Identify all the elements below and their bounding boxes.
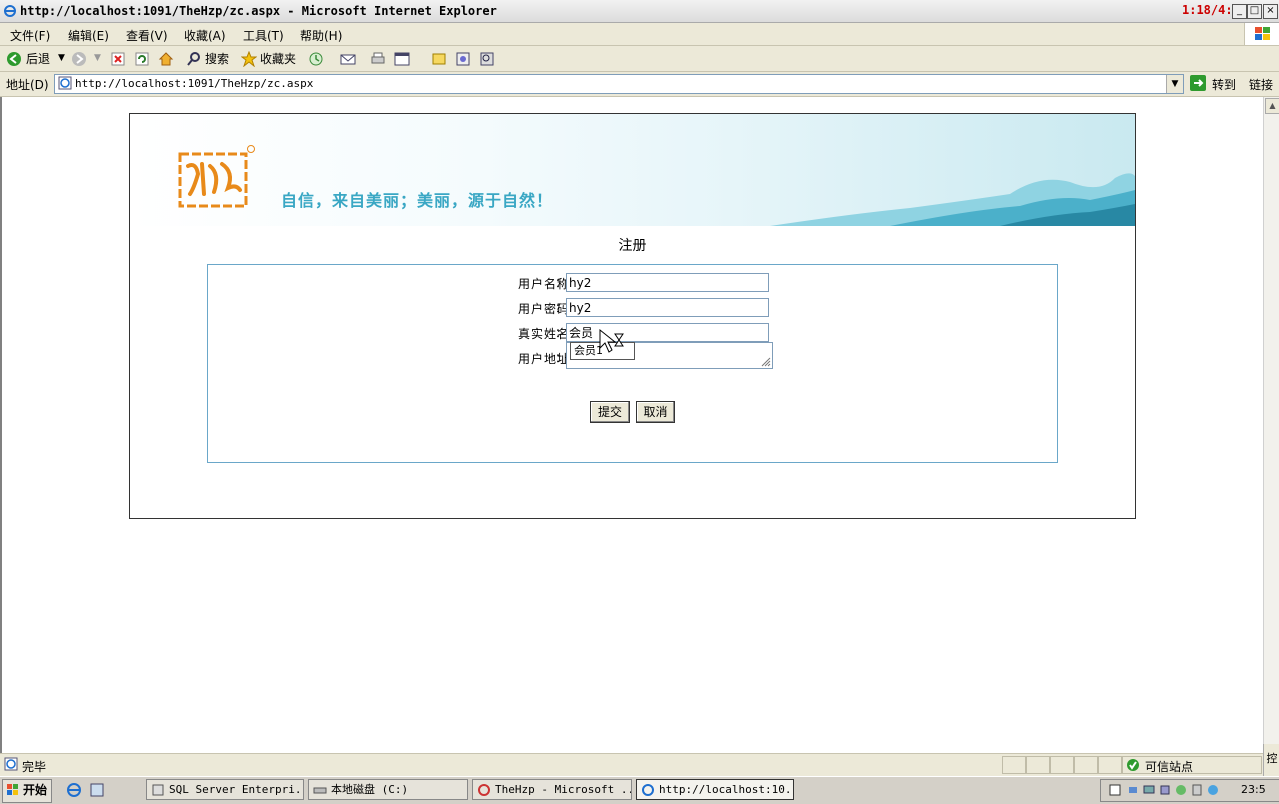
register-form: 用户名称 ： hy2 用户密码 ： hy2 真实姓名 ： 会员 用户地址 ： 会… — [207, 264, 1058, 463]
mouse-cursor-icon — [599, 328, 624, 353]
address-bar: 地址(D) http://localhost:1091/TheHzp/zc.as… — [0, 72, 1279, 97]
status-cell — [1098, 756, 1122, 774]
ie-icon — [4, 5, 16, 17]
quicklaunch-ie-icon[interactable] — [66, 782, 82, 798]
links-button[interactable]: 链接 — [1249, 76, 1273, 93]
tray-ime-icon[interactable] — [1109, 784, 1121, 796]
maximize-button[interactable]: □ — [1247, 4, 1262, 19]
edit-icon[interactable] — [394, 51, 410, 67]
register-page: 自信，来自美丽；美丽，源于自然！ 注册 用户名称 ： hy2 用户密码 ： hy… — [129, 113, 1136, 519]
security-zone[interactable]: 可信站点 — [1122, 756, 1262, 774]
back-button[interactable]: 后退 — [26, 50, 50, 67]
go-arrow-icon — [1190, 75, 1206, 91]
banner: 自信，来自美丽；美丽，源于自然！ — [130, 114, 1135, 226]
system-tray: 23:5 — [1100, 779, 1279, 802]
back-arrow-icon[interactable] — [6, 51, 22, 67]
banner-slogan: 自信，来自美丽；美丽，源于自然！ — [281, 191, 554, 210]
tray-monitor-icon[interactable] — [1143, 784, 1155, 796]
username-input[interactable]: hy2 — [566, 273, 769, 292]
menu-bar: 文件(F) 编辑(E) 查看(V) 收藏(A) 工具(T) 帮助(H) — [0, 23, 1279, 46]
page-icon — [58, 76, 72, 90]
check-icon — [1127, 759, 1139, 771]
taskbar-item-thehzp[interactable]: TheHzp - Microsoft ... — [472, 779, 632, 800]
cancel-button[interactable]: 取消 — [636, 401, 675, 423]
forward-arrow-icon[interactable] — [71, 51, 87, 67]
quicklaunch-desktop-icon[interactable] — [89, 782, 105, 798]
taskbar-item-localhost[interactable]: http://localhost:10... — [636, 779, 794, 800]
menu-help[interactable]: 帮助(H) — [300, 27, 342, 44]
taskbar-item-label: 本地磁盘 (C:) — [331, 783, 409, 796]
menu-view[interactable]: 查看(V) — [126, 27, 168, 44]
address-url: http://localhost:1091/TheHzp/zc.aspx — [75, 77, 314, 90]
address-input[interactable]: http://localhost:1091/TheHzp/zc.aspx ▼ — [54, 74, 1184, 94]
address-label: 地址(D) — [6, 78, 49, 92]
vertical-scrollbar[interactable]: ▲ — [1263, 97, 1279, 753]
menu-file[interactable]: 文件(F) — [10, 27, 50, 44]
tray-sql-icon[interactable] — [1207, 784, 1219, 796]
start-label: 开始 — [23, 783, 48, 797]
password-input[interactable]: hy2 — [566, 298, 769, 317]
forward-dropdown-icon[interactable]: ▼ — [94, 53, 101, 63]
tray-server-icon[interactable] — [1191, 784, 1203, 796]
title-bar: http://localhost:1091/TheHzp/zc.aspx - M… — [0, 0, 1279, 23]
page-status-icon — [4, 757, 18, 771]
taskbar-item-label: SQL Server Enterpri... — [169, 783, 304, 796]
toolbar: 后退 ▼ ▼ 搜索 收藏夹 — [0, 46, 1279, 72]
research-icon[interactable] — [479, 51, 495, 67]
go-label: 转到 — [1212, 78, 1237, 92]
resize-grip-icon[interactable] — [759, 355, 771, 367]
window-title: http://localhost:1091/TheHzp/zc.aspx - M… — [20, 4, 497, 18]
scroll-up-icon[interactable]: ▲ — [1265, 98, 1279, 114]
discuss-icon[interactable] — [431, 51, 447, 67]
taskbar-item-sql-server[interactable]: SQL Server Enterpri... — [146, 779, 304, 800]
status-bar: 完毕 可信站点 控 — [0, 744, 1279, 776]
status-text: 完毕 — [22, 760, 47, 774]
home-icon[interactable] — [158, 51, 174, 67]
status-cell — [1074, 756, 1098, 774]
address-dropdown-icon[interactable]: ▼ — [1166, 75, 1183, 93]
tray-network-icon[interactable] — [1127, 784, 1139, 796]
search-icon[interactable] — [186, 51, 202, 67]
windows-logo-icon — [1244, 23, 1279, 45]
refresh-icon[interactable] — [134, 51, 150, 67]
status-cell — [1002, 756, 1026, 774]
ie-page-icon — [642, 784, 654, 796]
stop-icon[interactable] — [110, 51, 126, 67]
taskbar-item-local-disk[interactable]: 本地磁盘 (C:) — [308, 779, 468, 800]
menu-favorites[interactable]: 收藏(A) — [184, 27, 226, 44]
history-icon[interactable] — [308, 51, 324, 67]
status-cell — [1050, 756, 1074, 774]
sql-server-icon — [152, 784, 164, 796]
tray-display-icon[interactable] — [1159, 784, 1171, 796]
menu-edit[interactable]: 编辑(E) — [68, 27, 109, 44]
browser-icon — [478, 784, 490, 796]
favorites-button[interactable]: 收藏夹 — [260, 50, 296, 67]
taskbar-item-label: TheHzp - Microsoft ... — [495, 783, 632, 796]
brand-logo — [178, 145, 255, 208]
disk-icon — [313, 787, 327, 794]
page-title: 注册 — [618, 238, 647, 254]
taskbar: 开始 SQL Server Enterpri... 本地磁盘 (C:) TheH… — [0, 776, 1279, 804]
tray-app-icon[interactable] — [1175, 784, 1187, 796]
messenger-icon[interactable] — [455, 51, 471, 67]
close-button[interactable]: × — [1263, 4, 1278, 19]
realname-input[interactable]: 会员 — [566, 323, 769, 342]
status-cell — [1026, 756, 1050, 774]
print-icon[interactable] — [370, 51, 386, 67]
start-button[interactable]: 开始 — [2, 779, 52, 803]
submit-button[interactable]: 提交 — [590, 401, 630, 423]
minimize-button[interactable]: _ — [1232, 4, 1247, 19]
tray-clock: 23:5 — [1241, 783, 1266, 796]
mail-icon[interactable] — [340, 51, 356, 67]
taskbar-item-label: http://localhost:10... — [659, 783, 794, 796]
wave-graphic — [770, 173, 1135, 226]
side-tab[interactable]: 控 — [1263, 744, 1279, 776]
security-zone-label: 可信站点 — [1145, 760, 1194, 774]
windows-flag-icon — [7, 784, 18, 795]
menu-tools[interactable]: 工具(T) — [243, 27, 284, 44]
favorites-star-icon[interactable] — [241, 51, 257, 67]
search-button[interactable]: 搜索 — [205, 50, 229, 67]
back-dropdown-icon[interactable]: ▼ — [58, 53, 65, 63]
